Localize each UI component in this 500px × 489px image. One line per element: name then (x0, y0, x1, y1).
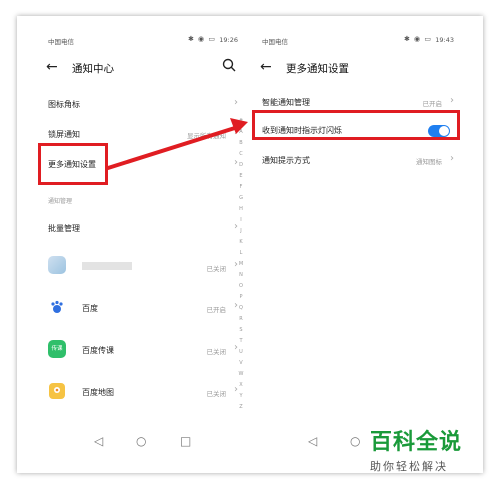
alphabet-letter[interactable]: F (237, 182, 245, 193)
alphabet-letter[interactable]: Y (237, 391, 245, 402)
alphabet-letter[interactable]: D (237, 160, 245, 171)
app-name: 百度地图 (82, 388, 114, 397)
alphabet-letter[interactable]: K (237, 237, 245, 248)
watermark-logo: 百科全说 助你轻松解决 (370, 424, 490, 474)
alphabet-letter[interactable]: W (237, 369, 245, 380)
status-icons: ✱ ◉ ▭ (187, 35, 216, 43)
alphabet-letter[interactable]: N (237, 270, 245, 281)
alphabet-letter[interactable]: L (237, 248, 245, 259)
alphabet-letter[interactable]: E (237, 171, 245, 182)
carrier-label: 中国电信 (48, 38, 74, 46)
nav-recent-icon[interactable]: □ (180, 434, 191, 448)
alphabet-letter[interactable]: A (237, 127, 245, 138)
chevron-right-icon: › (450, 153, 454, 164)
alphabet-letter[interactable]: J (237, 226, 245, 237)
alphabet-letter[interactable]: # (237, 116, 245, 127)
baidu-paw-icon (51, 300, 63, 313)
alphabet-letter[interactable]: U (237, 347, 245, 358)
watermark-subtitle: 助你轻松解决 (370, 460, 448, 473)
highlight-box-led-blink (252, 110, 460, 140)
status-time: 19:43 (435, 36, 454, 44)
nav-back-icon[interactable]: ◁ (94, 434, 103, 448)
alphabet-letter[interactable]: I (237, 215, 245, 226)
row-label: 锁屏通知 (48, 130, 80, 139)
carrier-label: 中国电信 (262, 38, 288, 46)
row-batch-manage[interactable]: 批量管理 › (36, 214, 246, 244)
alphabet-letter[interactable]: Q (237, 303, 245, 314)
alphabet-letter[interactable]: S (237, 325, 245, 336)
chuanke-icon: 传课 (48, 340, 66, 358)
nav-back-icon[interactable]: ◁ (308, 434, 317, 448)
alphabet-letter[interactable]: H (237, 204, 245, 215)
section-label: 通知管理 (48, 198, 73, 205)
nav-home-icon[interactable]: ○ (136, 434, 146, 448)
back-arrow-icon[interactable]: ← (260, 59, 272, 75)
highlight-box-more-settings (38, 143, 108, 185)
alphabet-letter[interactable]: G (237, 193, 245, 204)
chevron-right-icon: › (234, 97, 238, 108)
watermark-title: 百科全说 (370, 430, 463, 455)
alphabet-index[interactable]: # A B C D E F G H I J K L M N O P Q R S T U V W X Y Z (237, 116, 245, 413)
alphabet-letter[interactable]: R (237, 314, 245, 325)
right-phone-screen: 中国电信 ✱ ◉ ▭ 19:43 ← 更多通知设置 智能通知管理 已开启 › 收… (250, 28, 462, 472)
row-value: 显示所有通知 (187, 132, 226, 140)
row-label: 批量管理 (48, 224, 80, 233)
row-label: 图标角标 (48, 100, 80, 109)
alphabet-letter[interactable]: Z (237, 402, 245, 413)
row-label: 通知提示方式 (262, 156, 310, 165)
nav-header: ← 通知中心 (36, 54, 246, 82)
app-icon (48, 256, 66, 274)
app-status: 已开启 (206, 306, 227, 314)
alphabet-letter[interactable]: B (237, 138, 245, 149)
app-status: 已关闭 (206, 390, 227, 398)
app-name: 百度 (82, 304, 98, 313)
app-status: 已关闭 (206, 265, 227, 273)
alphabet-letter[interactable]: V (237, 358, 245, 369)
alphabet-letter[interactable]: C (237, 149, 245, 160)
left-phone-screen: 中国电信 ✱ ◉ ▭ 19:26 ← 通知中心 图标角标 › 锁屏通知 显示所有… (36, 28, 246, 472)
alphabet-letter[interactable]: P (237, 292, 245, 303)
blurred-app-name (82, 262, 132, 270)
nav-header: ← 更多通知设置 (250, 54, 462, 82)
status-bar: 中国电信 ✱ ◉ ▭ 19:43 (250, 34, 462, 46)
search-icon[interactable] (222, 58, 236, 72)
app-status: 已关闭 (206, 348, 227, 356)
row-value: 通知图标 (416, 158, 442, 166)
page-title: 更多通知设置 (286, 63, 349, 75)
chevron-right-icon: › (450, 95, 454, 106)
alphabet-letter[interactable]: M (237, 259, 245, 270)
alphabet-letter[interactable]: O (237, 281, 245, 292)
status-time: 19:26 (219, 36, 238, 44)
row-badge-icon[interactable]: 图标角标 › (36, 90, 246, 120)
status-bar: 中国电信 ✱ ◉ ▭ 19:26 (36, 34, 246, 46)
alphabet-letter[interactable]: T (237, 336, 245, 347)
baidu-map-icon (49, 383, 65, 399)
row-notify-style[interactable]: 通知提示方式 通知图标 › (250, 146, 462, 176)
alphabet-letter[interactable]: X (237, 380, 245, 391)
row-value: 已开启 (422, 100, 443, 108)
row-label: 智能通知管理 (262, 98, 310, 107)
status-icons: ✱ ◉ ▭ (403, 35, 432, 43)
nav-home-icon[interactable]: ○ (350, 434, 360, 448)
page-title: 通知中心 (72, 63, 114, 75)
back-arrow-icon[interactable]: ← (46, 59, 58, 75)
app-name: 百度传课 (82, 346, 114, 355)
system-nav-bar: ◁ ○ □ (36, 434, 246, 450)
